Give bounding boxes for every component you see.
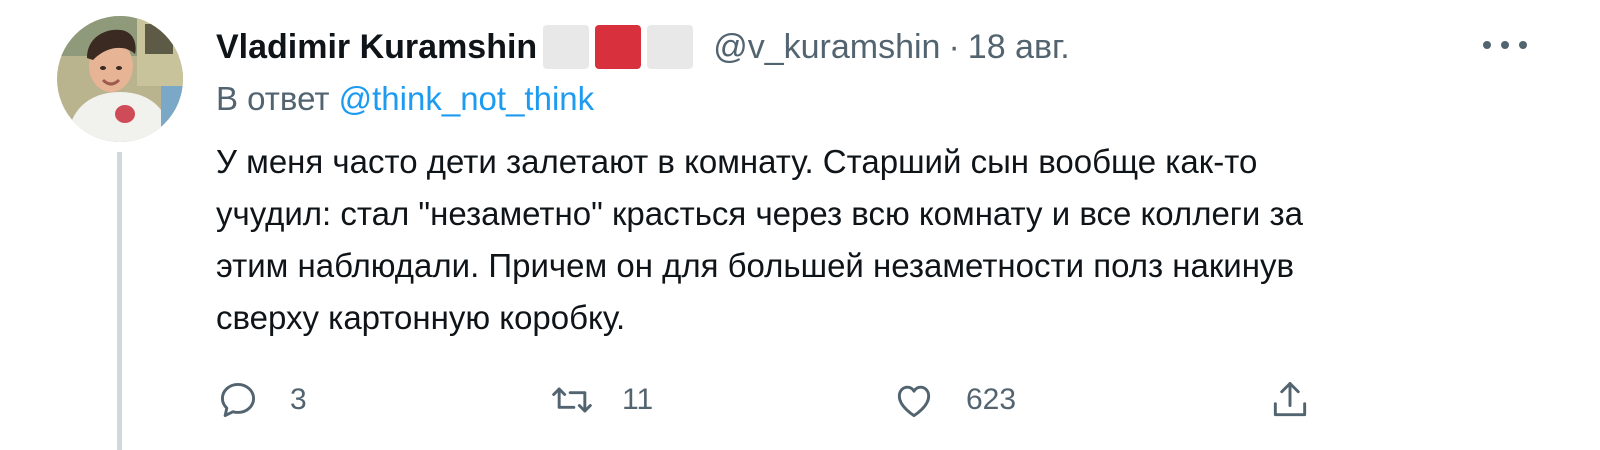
reply-count: 3	[290, 383, 307, 416]
meta-separator: ·	[948, 27, 960, 66]
more-dot	[1483, 41, 1491, 49]
flag-stripe-left	[543, 25, 590, 69]
heart-icon	[897, 385, 931, 418]
flag-emoji	[543, 25, 699, 69]
comment-bubble-icon	[220, 382, 256, 418]
retweet-button[interactable]: 11	[550, 372, 653, 428]
like-count: 623	[966, 383, 1017, 416]
more-dots-icon[interactable]	[1483, 30, 1527, 60]
tweet-date[interactable]: 18 авг.	[968, 28, 1070, 66]
flag-stripe-right	[647, 25, 694, 69]
author-name[interactable]: Vladimir Kuramshin	[216, 28, 537, 67]
reply-mention-link[interactable]: @think_not_think	[339, 80, 595, 117]
avatar-image	[57, 16, 183, 142]
tweet-text-line: учудил: стал "незаметно" красться через …	[216, 195, 1303, 232]
tweet-text-line: У меня часто дети залетают в комнату. Ст…	[216, 143, 1258, 180]
more-dot	[1501, 41, 1509, 49]
retweet-count: 11	[622, 383, 654, 416]
reply-context: В ответ @think_not_think	[216, 80, 594, 118]
share-button[interactable]	[1268, 372, 1312, 428]
thread-line	[117, 152, 122, 450]
flag-stripe-middle	[595, 25, 642, 69]
tweet: Vladimir Kuramshin @v_kuramshin · 18 авг. …	[0, 0, 1600, 450]
tweet-meta: @v_kuramshin · 18 авг.	[713, 28, 1070, 67]
tweet-text: У меня часто дети залетают в комнату. Ст…	[216, 136, 1516, 344]
tweet-header: Vladimir Kuramshin @v_kuramshin · 18 авг.	[216, 22, 1070, 72]
share-upload-icon	[1273, 382, 1307, 417]
avatar[interactable]	[57, 16, 183, 142]
tweet-text-line: этим наблюдали. Причем он для большей не…	[216, 247, 1294, 284]
tweet-actions: 3 11 623	[216, 372, 1336, 428]
retweet-icon	[552, 387, 592, 413]
reply-prefix: В ответ	[216, 80, 330, 117]
reply-button[interactable]: 3	[216, 372, 307, 428]
like-button[interactable]: 623	[892, 372, 1016, 428]
author-handle[interactable]: @v_kuramshin	[713, 28, 940, 66]
more-dot	[1519, 41, 1527, 49]
tweet-text-line: сверху картонную коробку.	[216, 299, 626, 336]
